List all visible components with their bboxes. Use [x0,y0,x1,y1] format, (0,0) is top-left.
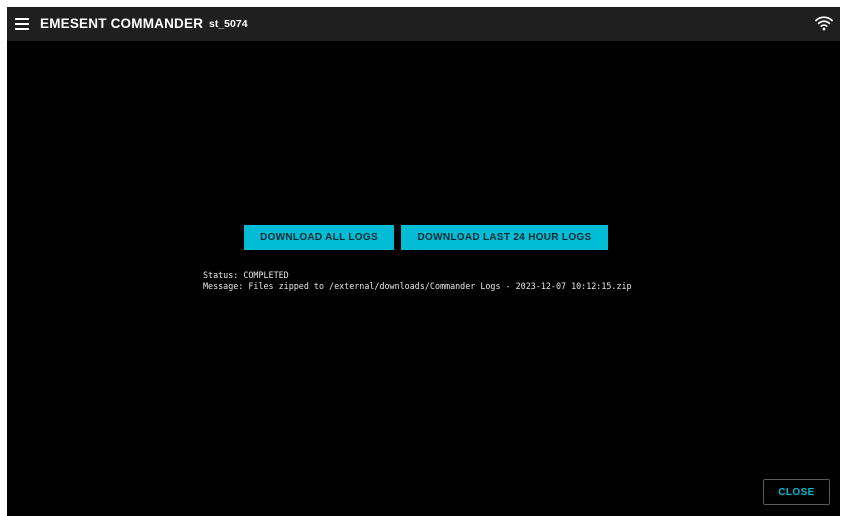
download-last-24-hour-logs-button[interactable]: DOWNLOAD LAST 24 HOUR LOGS [401,225,608,250]
hamburger-menu-icon[interactable] [15,18,29,30]
device-id: st_5074 [209,18,248,30]
close-button[interactable]: CLOSE [763,479,830,505]
status-line: Status: COMPLETED [203,270,289,280]
status-panel: Status: COMPLETED Message: Files zipped … [203,270,632,292]
message-line: Message: Files zipped to /external/downl… [203,281,632,291]
app-screen: EMESENT COMMANDER st_5074 DOWNLOAD ALL L… [7,7,840,516]
top-app-bar: EMESENT COMMANDER st_5074 [7,7,840,41]
app-title: EMESENT COMMANDER [40,16,204,31]
wifi-icon [815,16,833,31]
download-all-logs-button[interactable]: DOWNLOAD ALL LOGS [244,225,394,250]
